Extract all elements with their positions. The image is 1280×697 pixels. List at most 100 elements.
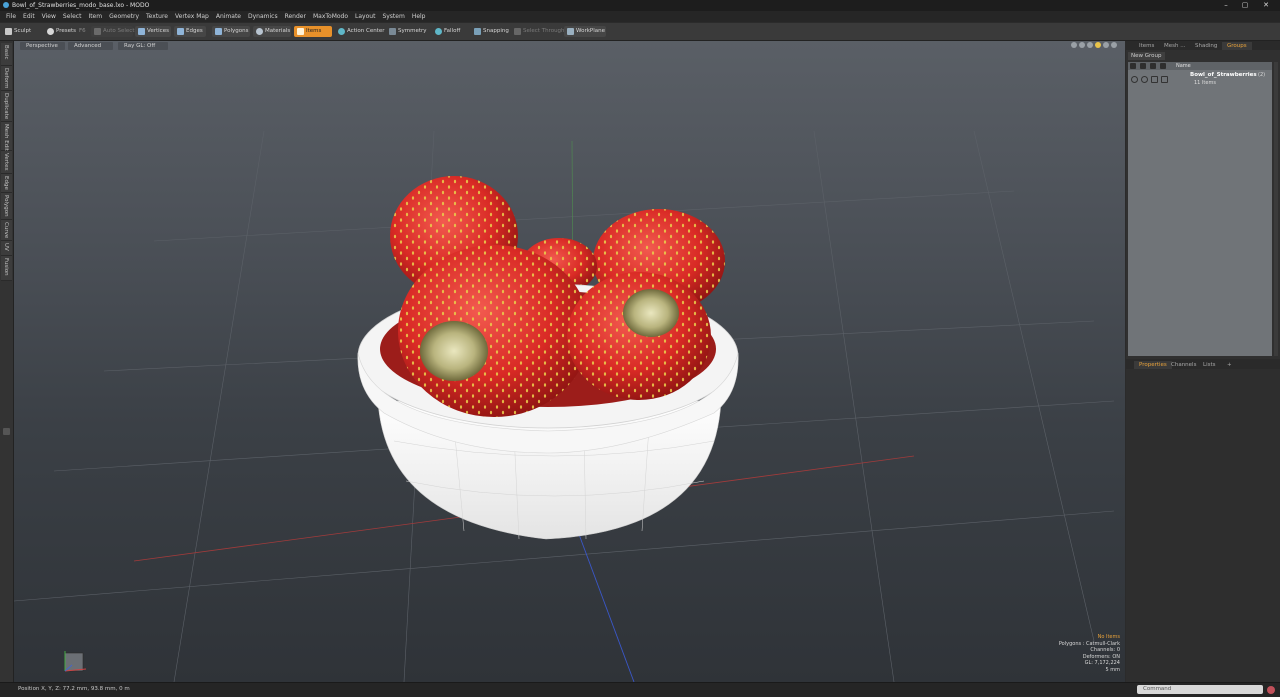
- auto-select-button[interactable]: Auto Select: [91, 26, 135, 37]
- snapping-icon: [474, 28, 481, 35]
- tab-edge[interactable]: Edge: [1, 174, 12, 193]
- edit-icon[interactable]: [1095, 42, 1101, 48]
- groups-scrollbar[interactable]: [1274, 62, 1278, 356]
- zoom-icon[interactable]: [1087, 42, 1093, 48]
- 3d-viewport[interactable]: Perspective Advanced Ray GL: Off No Item…: [14, 41, 1125, 682]
- group-item-count: 11 Items: [1194, 80, 1216, 86]
- workplane-icon: [567, 28, 574, 35]
- menu-file[interactable]: File: [3, 11, 20, 22]
- ray-gl-toggle[interactable]: Ray GL: Off: [118, 42, 168, 50]
- selection-status: No Items: [1097, 634, 1120, 640]
- polygons-button[interactable]: Polygons: [212, 26, 250, 37]
- sculpt-brush-icon: [5, 28, 12, 35]
- action-center-button[interactable]: Action Center: [335, 26, 385, 37]
- add-tab-button[interactable]: +: [1222, 361, 1237, 369]
- expand-icon[interactable]: [1111, 42, 1117, 48]
- select-toggle-icon[interactable]: [1161, 76, 1168, 83]
- maximize-button[interactable]: ▢: [1237, 1, 1253, 9]
- group-name: Bowl_of_Strawberries: [1190, 72, 1257, 78]
- title-bar: Bowl_of_Strawberries_modo_base.lxo - MOD…: [0, 0, 1280, 11]
- command-input[interactable]: Command: [1137, 685, 1263, 694]
- sculpt-button[interactable]: Sculpt: [2, 26, 40, 37]
- tab-fusion[interactable]: Fusion: [1, 256, 12, 281]
- menu-render[interactable]: Render: [282, 11, 310, 22]
- materials-button[interactable]: Materials: [253, 26, 291, 37]
- minimize-button[interactable]: –: [1218, 1, 1234, 9]
- menu-select[interactable]: Select: [60, 11, 86, 22]
- menu-animate[interactable]: Animate: [213, 11, 245, 22]
- tab-deform[interactable]: Deform: [1, 66, 12, 91]
- lock-column-icon[interactable]: [1150, 63, 1156, 69]
- menu-geometry[interactable]: Geometry: [106, 11, 143, 22]
- left-tool-tabs: Basic Deform Duplicate Mesh Edit Vertex …: [0, 41, 14, 682]
- symmetry-button[interactable]: Symmetry: [386, 26, 428, 37]
- menu-view[interactable]: View: [39, 11, 60, 22]
- render-column-icon[interactable]: [1140, 63, 1146, 69]
- tab-items[interactable]: Items: [1134, 42, 1159, 50]
- menu-texture[interactable]: Texture: [143, 11, 172, 22]
- menu-layout[interactable]: Layout: [352, 11, 379, 22]
- select-column-icon[interactable]: [1160, 63, 1166, 69]
- falloff-icon: [435, 28, 442, 35]
- menu-help[interactable]: Help: [409, 11, 430, 22]
- panel-toggle-icon[interactable]: [3, 428, 10, 435]
- workplane-button[interactable]: WorkPlane: [564, 26, 606, 37]
- menu-dynamics[interactable]: Dynamics: [245, 11, 282, 22]
- visibility-column-icon[interactable]: [1130, 63, 1136, 69]
- viewport-header: Perspective Advanced Ray GL: Off: [14, 41, 1125, 51]
- gl-stat: GL: 7,172,224: [1084, 660, 1120, 667]
- polygons-stat: Polygons : Catmull-Clark: [1058, 640, 1120, 647]
- strawberry-front-right: [567, 272, 711, 400]
- tab-basic[interactable]: Basic: [1, 43, 12, 66]
- lock-icon[interactable]: [1151, 76, 1158, 83]
- menu-maxtomodo[interactable]: MaxToModo: [310, 11, 352, 22]
- shading-dropdown[interactable]: Advanced: [68, 42, 113, 50]
- menu-item[interactable]: Item: [85, 11, 106, 22]
- tab-mesh[interactable]: Mesh ...: [1159, 42, 1190, 50]
- items-icon: [297, 28, 304, 35]
- view-type-dropdown[interactable]: Perspective: [20, 42, 65, 50]
- rotate-icon[interactable]: [1079, 42, 1085, 48]
- orientation-cube-icon: [64, 651, 87, 672]
- menu-edit[interactable]: Edit: [20, 11, 39, 22]
- command-history-icon[interactable]: [1267, 686, 1275, 694]
- menu-bar: File Edit View Select Item Geometry Text…: [0, 11, 1280, 22]
- menu-system[interactable]: System: [379, 11, 408, 22]
- tab-groups[interactable]: Groups: [1222, 42, 1252, 50]
- action-center-icon: [338, 28, 345, 35]
- menu-vertex-map[interactable]: Vertex Map: [172, 11, 213, 22]
- edges-button[interactable]: Edges: [174, 26, 206, 37]
- pan-icon[interactable]: [1071, 42, 1077, 48]
- tab-polygon[interactable]: Polygon: [1, 193, 12, 220]
- items-button[interactable]: Items: [294, 26, 332, 37]
- viewport-stats: No Items Polygons : Catmull-Clark Channe…: [1059, 634, 1120, 674]
- snapping-button[interactable]: Snapping: [471, 26, 509, 37]
- group-count: (2): [1258, 72, 1266, 78]
- select-through-button[interactable]: Select Through: [511, 26, 565, 37]
- tab-vertex[interactable]: Vertex: [1, 151, 12, 174]
- vertices-button[interactable]: Vertices: [135, 26, 171, 37]
- vertices-icon: [138, 28, 145, 35]
- tab-uv[interactable]: UV: [1, 241, 12, 256]
- settings-gear-icon[interactable]: [1103, 42, 1109, 48]
- render-toggle-icon[interactable]: [1141, 76, 1148, 83]
- tab-curve[interactable]: Curve: [1, 220, 12, 241]
- lower-panel-tabs: Properties Channels Lists +: [1126, 360, 1280, 369]
- main-toolbar: Sculpt Presets F6 Auto Select Vertices Ed…: [0, 23, 1280, 41]
- groups-list: Name Bowl_of_Strawberries (2) 11 Items: [1128, 62, 1272, 356]
- tab-lists[interactable]: Lists: [1198, 361, 1220, 369]
- close-button[interactable]: ✕: [1258, 1, 1274, 9]
- tab-shading[interactable]: Shading: [1190, 42, 1222, 50]
- presets-button[interactable]: Presets F6: [44, 26, 88, 37]
- symmetry-icon: [389, 28, 396, 35]
- new-group-button[interactable]: New Group: [1128, 52, 1165, 60]
- tab-channels[interactable]: Channels: [1166, 361, 1201, 369]
- eye-icon[interactable]: [1131, 76, 1138, 83]
- channels-stat: Channels: 0: [1090, 647, 1120, 654]
- falloff-button[interactable]: Falloff: [432, 26, 464, 37]
- edges-icon: [177, 28, 184, 35]
- tab-duplicate[interactable]: Duplicate: [1, 91, 12, 122]
- tab-mesh-edit[interactable]: Mesh Edit: [1, 122, 12, 151]
- name-column-header: Name: [1176, 63, 1191, 69]
- auto-select-icon: [94, 28, 101, 35]
